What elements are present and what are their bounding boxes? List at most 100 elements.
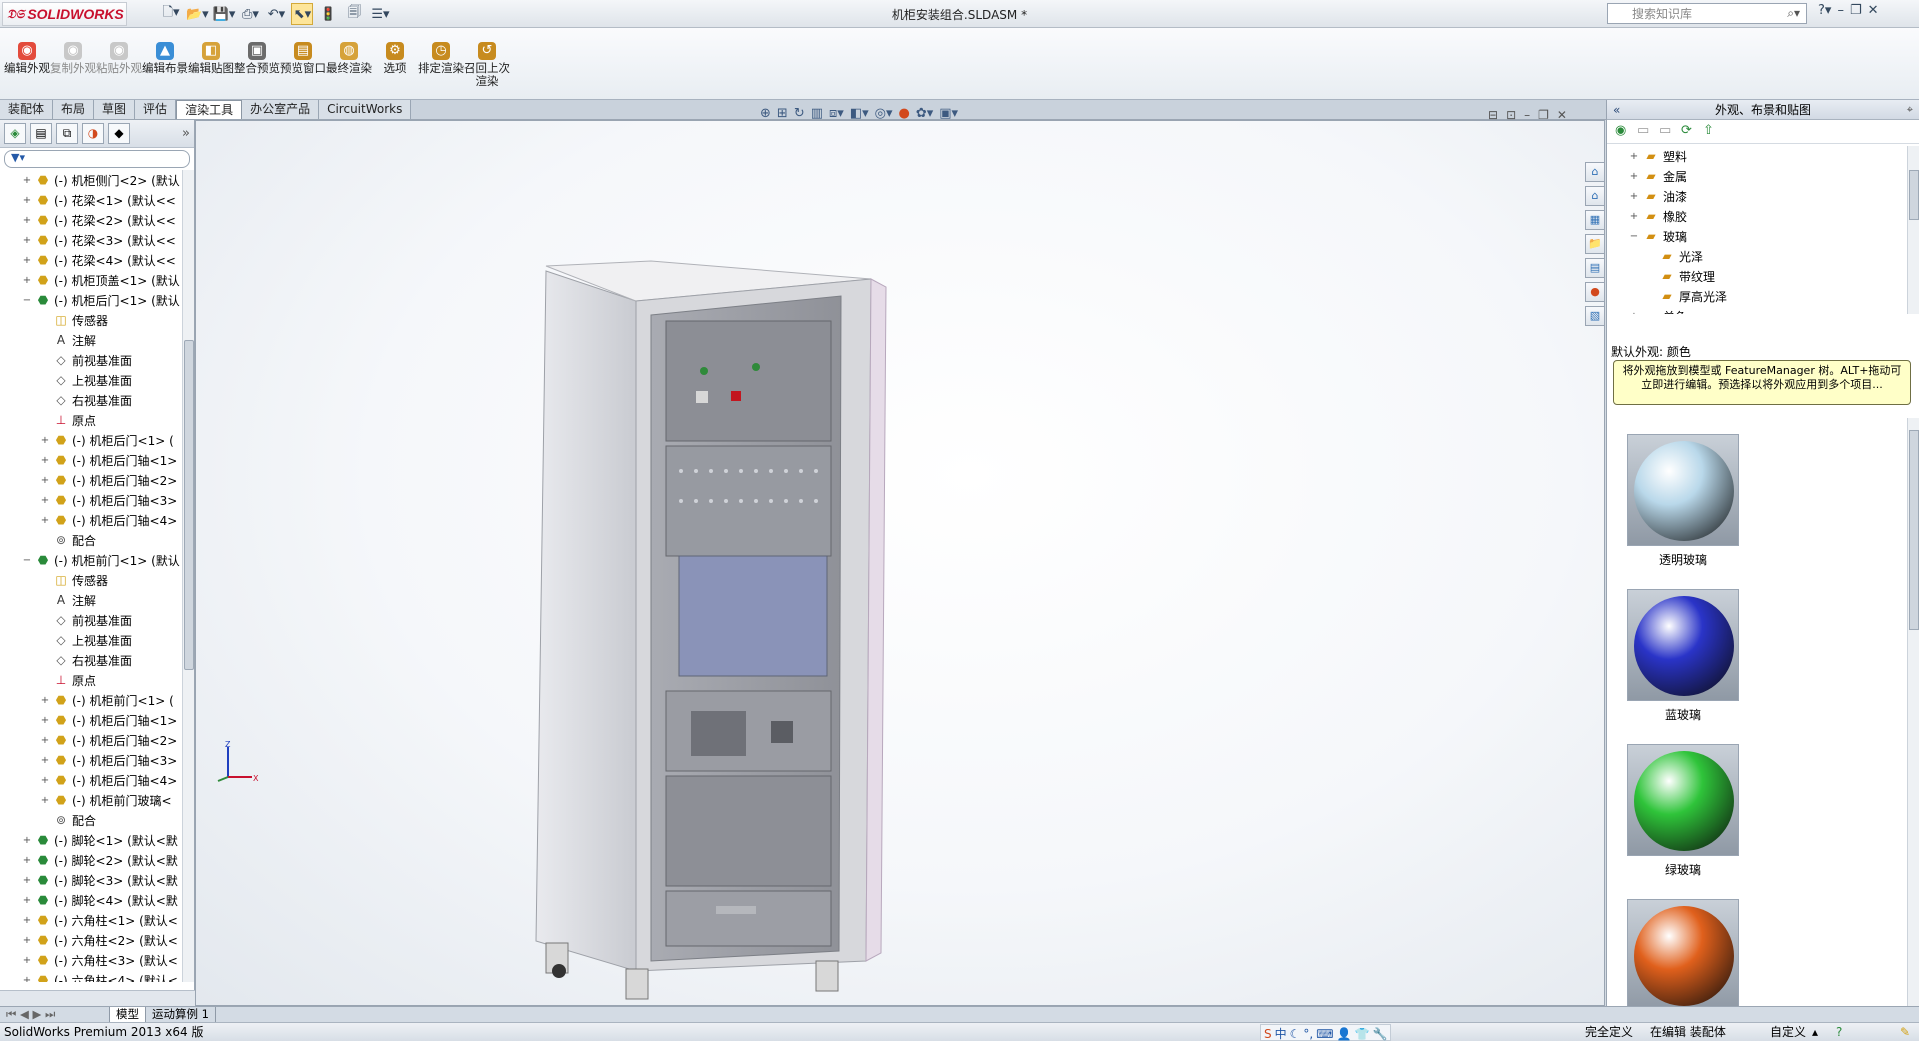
tree-item[interactable]: + ⬣ (-) 脚轮<2> (默认<默 bbox=[0, 850, 182, 870]
view-palette-tab-icon[interactable]: ▤ bbox=[1585, 258, 1605, 278]
custom-properties-tab-icon[interactable]: ▧ bbox=[1585, 306, 1605, 326]
tab-5[interactable]: 办公室产品 bbox=[242, 100, 320, 119]
tree-item[interactable]: − ⬣ (-) 机柜后门<1> (默认 bbox=[0, 290, 182, 310]
ime-toolbar[interactable]: S 中 ☾ °, ⌨ 👤 👕 🔧 bbox=[1260, 1024, 1392, 1041]
library-folder[interactable]: + ▰ 油漆 bbox=[1607, 186, 1907, 206]
file-explorer-tab-icon[interactable]: 📁 bbox=[1585, 234, 1605, 254]
tree-item[interactable]: + ⬣ (-) 脚轮<3> (默认<默 bbox=[0, 870, 182, 890]
tree-item[interactable]: + ⬣ (-) 机柜顶盖<1> (默认 bbox=[0, 270, 182, 290]
library-expander-icon[interactable]: + bbox=[1629, 311, 1639, 315]
home-tab-icon[interactable]: ⌂ bbox=[1585, 186, 1605, 206]
feature-tree-tab-icon[interactable]: ◈ bbox=[4, 123, 26, 144]
tree-item[interactable]: + ⬣ (-) 六角柱<2> (默认< bbox=[0, 930, 182, 950]
tree-item[interactable]: + ⬣ (-) 机柜后门轴<2> bbox=[0, 730, 182, 750]
appearances-tab-icon[interactable]: ● bbox=[1585, 282, 1605, 302]
library-folder[interactable]: + ▰ 塑料 bbox=[1607, 146, 1907, 166]
more-tabs-chevron-icon[interactable]: » bbox=[182, 123, 190, 144]
tree-item[interactable]: + ⬣ (-) 机柜前门<1> ( bbox=[0, 690, 182, 710]
tree-item[interactable]: + ⬣ (-) 花梁<1> (默认<< bbox=[0, 190, 182, 210]
zoom-to-fit-icon[interactable]: ⊕ bbox=[760, 106, 771, 121]
minimize-icon[interactable]: – bbox=[1837, 3, 1844, 18]
tab-motion-study[interactable]: 运动算例 1 bbox=[146, 1007, 216, 1022]
ribbon-button-8[interactable]: ⚙ 选项 bbox=[372, 28, 418, 98]
appearance-swatch[interactable] bbox=[1627, 899, 1739, 1006]
tree-expander-icon[interactable]: + bbox=[22, 255, 32, 266]
user-icon[interactable]: 👤 bbox=[1337, 1025, 1352, 1041]
glass-sphere-thumbnail[interactable] bbox=[1627, 744, 1739, 856]
tree-scroll-thumb[interactable] bbox=[184, 340, 194, 670]
tree-item[interactable]: + ⬣ (-) 机柜后门轴<1> bbox=[0, 710, 182, 730]
library-folder[interactable]: ▰ 光泽 bbox=[1607, 246, 1907, 266]
search-icon[interactable]: ⌕▾ bbox=[1787, 6, 1800, 21]
tree-expander-icon[interactable]: + bbox=[40, 475, 50, 486]
restore-icon[interactable]: ❐ bbox=[1850, 3, 1862, 18]
glass-sphere-thumbnail[interactable] bbox=[1627, 589, 1739, 701]
ribbon-button-5[interactable]: ▣ 整合预览 bbox=[234, 28, 280, 98]
tree-item[interactable]: ◇ 右视基准面 bbox=[0, 650, 182, 670]
tree-item[interactable]: + ⬣ (-) 机柜后门轴<2> bbox=[0, 470, 182, 490]
tree-item[interactable]: + ⬣ (-) 花梁<4> (默认<< bbox=[0, 250, 182, 270]
tree-expander-icon[interactable]: + bbox=[40, 435, 50, 446]
viewport-restore-icon[interactable]: ❐ bbox=[1538, 108, 1549, 122]
library-folder[interactable]: − ▰ 玻璃 bbox=[1607, 226, 1907, 246]
rebuild-status-icon[interactable]: ✎ bbox=[1900, 1023, 1910, 1041]
tree-expander-icon[interactable]: + bbox=[40, 775, 50, 786]
edit-appearance-view-icon[interactable]: ● bbox=[899, 106, 910, 121]
design-library-tab-icon[interactable]: ▦ bbox=[1585, 210, 1605, 230]
tree-item[interactable]: ◇ 前视基准面 bbox=[0, 610, 182, 630]
library-folder[interactable]: + ▰ 金属 bbox=[1607, 166, 1907, 186]
viewport-close-icon[interactable]: ✕ bbox=[1557, 108, 1567, 122]
ribbon-button-0[interactable]: ◉ 编辑外观 bbox=[4, 28, 50, 98]
display-style-icon[interactable]: ◧▾ bbox=[850, 106, 869, 121]
tree-item[interactable]: ⊚ 配合 bbox=[0, 530, 182, 550]
tree-expander-icon[interactable]: + bbox=[40, 495, 50, 506]
tree-expander-icon[interactable]: + bbox=[22, 835, 32, 846]
add-appearance-icon[interactable]: ◉ bbox=[1615, 123, 1631, 139]
up-level-icon[interactable]: ⇧ bbox=[1703, 123, 1719, 139]
tree-expander-icon[interactable]: + bbox=[22, 235, 32, 246]
tree-item[interactable]: + ⬣ (-) 机柜侧门<2> (默认 bbox=[0, 170, 182, 190]
ribbon-button-9[interactable]: ◷ 排定渲染 bbox=[418, 28, 464, 98]
tree-item[interactable]: ◇ 上视基准面 bbox=[0, 370, 182, 390]
ribbon-button-3[interactable]: ▲ 编辑布景 bbox=[142, 28, 188, 98]
ribbon-button-10[interactable]: ↺ 召回上次渲染 bbox=[464, 28, 510, 98]
cabinet-model[interactable] bbox=[196, 121, 1606, 1007]
tree-item[interactable]: ⊥ 原点 bbox=[0, 410, 182, 430]
view-settings-icon[interactable]: ▣▾ bbox=[939, 106, 958, 121]
skin-icon[interactable]: 👕 bbox=[1355, 1025, 1370, 1041]
ribbon-button-2[interactable]: ◉ 粘贴外观 bbox=[96, 28, 142, 98]
refresh-icon[interactable]: ⟳ bbox=[1681, 123, 1697, 139]
library-expander-icon[interactable]: + bbox=[1629, 191, 1639, 202]
library-folder[interactable]: + ▰ 橡胶 bbox=[1607, 206, 1907, 226]
graphics-viewport[interactable]: ZX bbox=[195, 120, 1605, 1006]
help-status-icon[interactable]: ? bbox=[1836, 1023, 1842, 1041]
tree-expander-icon[interactable]: + bbox=[40, 695, 50, 706]
keyboard-icon[interactable]: ⌨ bbox=[1316, 1025, 1333, 1041]
library-expander-icon[interactable]: + bbox=[1629, 171, 1639, 182]
tree-item[interactable]: + ⬣ (-) 六角柱<3> (默认< bbox=[0, 950, 182, 970]
appearance-swatch[interactable]: 蓝玻璃 bbox=[1627, 589, 1739, 723]
tree-expander-icon[interactable]: + bbox=[22, 915, 32, 926]
tree-hscrollbar[interactable] bbox=[0, 990, 195, 1006]
tools-icon[interactable]: 🔧 bbox=[1372, 1025, 1387, 1041]
viewport-minimize-icon[interactable]: – bbox=[1524, 108, 1530, 122]
previous-view-icon[interactable]: ↻ bbox=[794, 106, 805, 121]
ribbon-button-6[interactable]: ▤ 预览窗口 bbox=[280, 28, 326, 98]
hide-show-icon[interactable]: ◎▾ bbox=[875, 106, 893, 121]
tree-item[interactable]: A 注解 bbox=[0, 590, 182, 610]
tree-item[interactable]: ◫ 传感器 bbox=[0, 570, 182, 590]
tab-1[interactable]: 布局 bbox=[53, 100, 95, 119]
tree-item[interactable]: + ⬣ (-) 机柜前门玻璃< bbox=[0, 790, 182, 810]
units-dropdown-icon[interactable]: ▴ bbox=[1812, 1023, 1818, 1041]
apply-scene-icon[interactable]: ✿▾ bbox=[916, 106, 933, 121]
tree-item[interactable]: − ⬣ (-) 机柜前门<1> (默认 bbox=[0, 550, 182, 570]
pin-icon[interactable]: ⌖ bbox=[1907, 100, 1913, 120]
tree-filter-input[interactable]: ▼▾ bbox=[4, 150, 190, 168]
tree-item[interactable]: + ⬣ (-) 机柜后门轴<4> bbox=[0, 510, 182, 530]
tree-item[interactable]: + ⬣ (-) 机柜后门轴<3> bbox=[0, 750, 182, 770]
library-expander-icon[interactable]: + bbox=[1629, 151, 1639, 162]
viewport-tile-icon[interactable]: ⊡ bbox=[1506, 108, 1516, 122]
viewport-split-icon[interactable]: ⊟ bbox=[1488, 108, 1498, 122]
tree-item[interactable]: ◫ 传感器 bbox=[0, 310, 182, 330]
display-manager-tab-icon[interactable]: ◑ bbox=[82, 123, 104, 144]
